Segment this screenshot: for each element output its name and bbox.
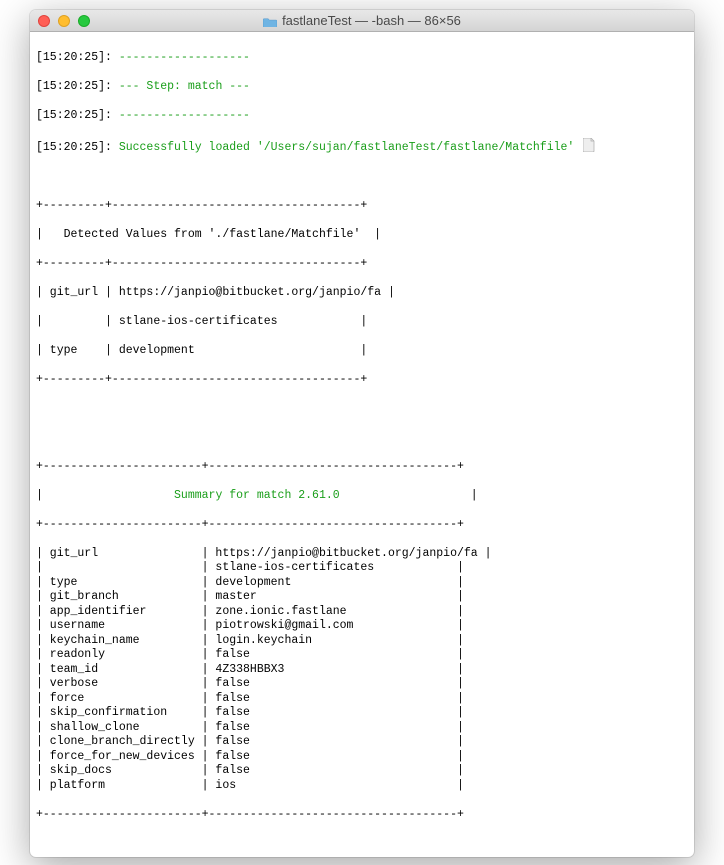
folder-icon bbox=[263, 15, 277, 26]
log-dashes: ------------------- bbox=[119, 109, 250, 122]
file-icon bbox=[583, 138, 595, 152]
table-border: +-----------------------+---------------… bbox=[36, 460, 688, 475]
table-row: | git_branch | master | bbox=[36, 590, 688, 605]
timestamp: [15:20:25]: bbox=[36, 51, 112, 64]
table-border: +---------+-----------------------------… bbox=[36, 373, 688, 388]
table-border: +-----------------------+---------------… bbox=[36, 518, 688, 533]
close-icon[interactable] bbox=[38, 15, 50, 27]
log-dashes: ------------------- bbox=[119, 51, 250, 64]
table-row: | username | piotrowski@gmail.com | bbox=[36, 619, 688, 634]
table-row: | | stlane-ios-certificates | bbox=[36, 561, 688, 576]
table-border: +-----------------------+---------------… bbox=[36, 808, 688, 823]
table-row: | force | false | bbox=[36, 692, 688, 707]
table-border: +---------+-----------------------------… bbox=[36, 257, 688, 272]
table-rows: | git_url | https://janpio@bitbucket.org… bbox=[36, 547, 688, 794]
table-title-pad: | bbox=[340, 489, 478, 502]
table-row: | git_url | https://janpio@bitbucket.org… bbox=[36, 286, 688, 301]
table-row: | type | development | bbox=[36, 344, 688, 359]
table-title-pad: | bbox=[36, 489, 174, 502]
table-title: Summary for match 2.61.0 bbox=[174, 489, 340, 502]
table-row: | app_identifier | zone.ionic.fastlane | bbox=[36, 605, 688, 620]
table-row: | team_id | 4Z338HBBX3 | bbox=[36, 663, 688, 678]
table-row: | type | development | bbox=[36, 576, 688, 591]
table-row: | platform | ios | bbox=[36, 779, 688, 794]
timestamp: [15:20:25]: bbox=[36, 141, 112, 154]
table-row: | keychain_name | login.keychain | bbox=[36, 634, 688, 649]
minimize-icon[interactable] bbox=[58, 15, 70, 27]
table-border: +---------+-----------------------------… bbox=[36, 199, 688, 214]
table-row: | skip_confirmation | false | bbox=[36, 706, 688, 721]
window-title: fastlaneTest — -bash — 86×56 bbox=[30, 13, 694, 28]
table-row: | skip_docs | false | bbox=[36, 764, 688, 779]
log-step: --- Step: match --- bbox=[119, 80, 250, 93]
window-title-text: fastlaneTest — -bash — 86×56 bbox=[282, 13, 461, 28]
table-title: | Detected Values from './fastlane/Match… bbox=[36, 228, 688, 243]
table-row: | | stlane-ios-certificates | bbox=[36, 315, 688, 330]
traffic-lights bbox=[38, 15, 90, 27]
timestamp: [15:20:25]: bbox=[36, 80, 112, 93]
table-row: | force_for_new_devices | false | bbox=[36, 750, 688, 765]
terminal-body[interactable]: [15:20:25]: ------------------- [15:20:2… bbox=[30, 32, 694, 857]
table-row: | readonly | false | bbox=[36, 648, 688, 663]
terminal-window: fastlaneTest — -bash — 86×56 [15:20:25]:… bbox=[30, 10, 694, 857]
table-row: | verbose | false | bbox=[36, 677, 688, 692]
timestamp: [15:20:25]: bbox=[36, 109, 112, 122]
table-row: | clone_branch_directly | false | bbox=[36, 735, 688, 750]
titlebar[interactable]: fastlaneTest — -bash — 86×56 bbox=[30, 10, 694, 32]
table-row: | shallow_clone | false | bbox=[36, 721, 688, 736]
maximize-icon[interactable] bbox=[78, 15, 90, 27]
log-loaded: Successfully loaded '/Users/sujan/fastla… bbox=[119, 141, 574, 154]
